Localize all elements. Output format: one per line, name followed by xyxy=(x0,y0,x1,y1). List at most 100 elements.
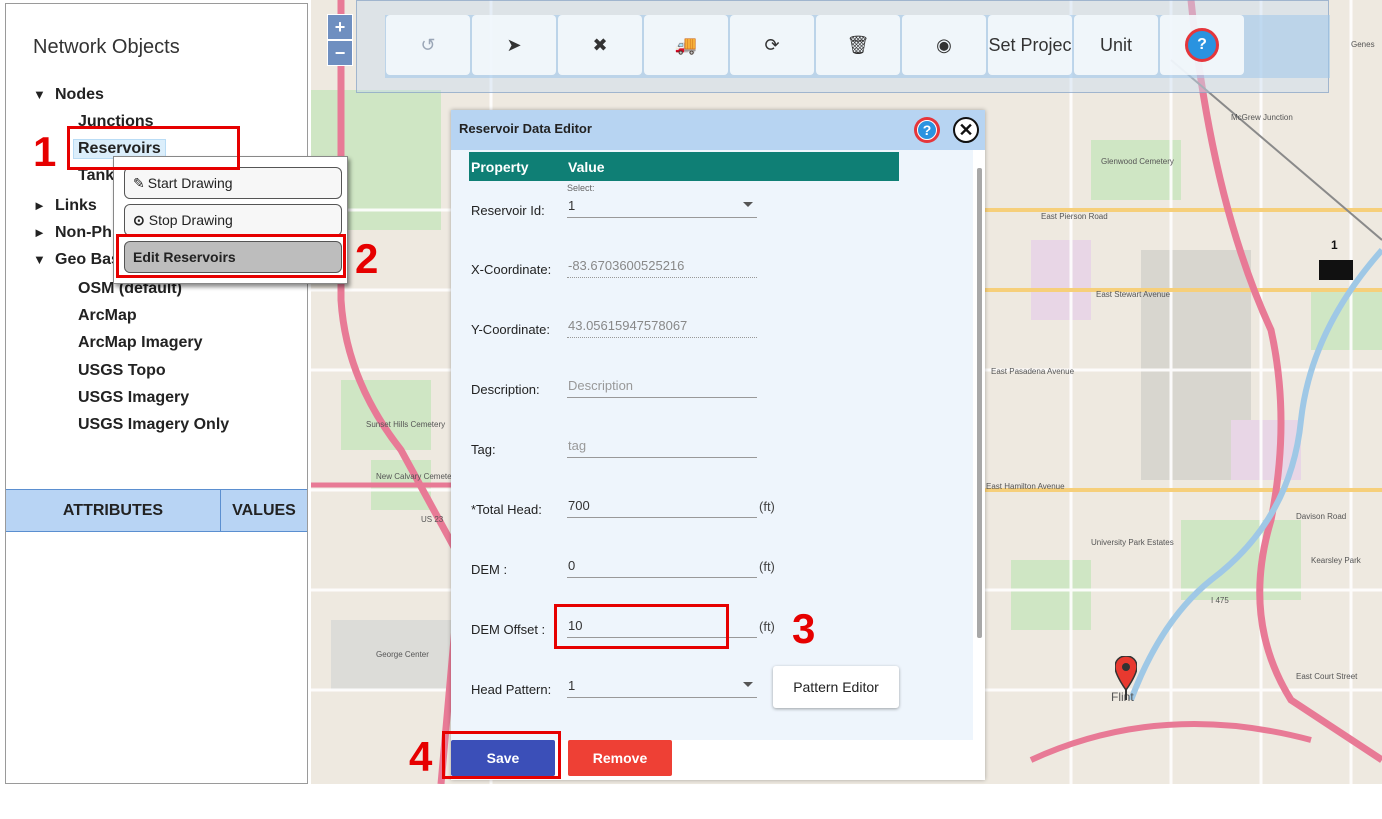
basemap-usgs-imagery[interactable]: USGS Imagery xyxy=(78,389,189,407)
annotation-step-4: 4 xyxy=(409,733,433,780)
map-label: East Court Street xyxy=(1296,672,1358,681)
attributes-table-header: ATTRIBUTES VALUES xyxy=(6,489,307,532)
dem-field[interactable]: 0 xyxy=(567,554,757,578)
close-icon: ✕ xyxy=(958,119,974,140)
property-table-header: Property Value xyxy=(469,152,899,181)
map-label: Sunset Hills Cemetery xyxy=(366,420,446,429)
dropdown-caret-icon xyxy=(743,682,753,687)
basemap-arcmap-imagery[interactable]: ArcMap Imagery xyxy=(78,334,203,352)
map-label: McGrew Junction xyxy=(1231,113,1293,122)
map-label: George Center xyxy=(376,650,429,659)
help-button[interactable]: ? xyxy=(1160,15,1244,75)
help-icon: ? xyxy=(917,120,937,140)
tree-node-links[interactable]: ► Links xyxy=(33,197,97,215)
map-legend-block xyxy=(1319,260,1353,280)
description-label: Description: xyxy=(471,382,540,397)
map-label: US 23 xyxy=(421,515,444,524)
dem-offset-unit: (ft) xyxy=(759,619,775,634)
map-label: Glenwood Cemetery xyxy=(1101,157,1174,166)
remove-button[interactable]: Remove xyxy=(568,740,672,776)
map-label: New Calvary Cemetery xyxy=(376,472,459,481)
tree-node-nodes[interactable]: ▼ Nodes xyxy=(33,86,104,104)
head-pattern-select[interactable]: 1 xyxy=(567,674,757,698)
dem-unit: (ft) xyxy=(759,559,775,574)
total-head-field[interactable]: 700 xyxy=(567,494,757,518)
map-label: Davison Road xyxy=(1296,512,1347,521)
description-field[interactable]: Description xyxy=(567,374,757,398)
annotation-step-3: 3 xyxy=(792,605,816,652)
dialog-scrollbar[interactable] xyxy=(973,150,985,740)
annotation-box-1 xyxy=(67,126,240,170)
stop-circle-icon: ⊙ xyxy=(133,211,145,228)
annotation-box-4 xyxy=(442,731,561,779)
record-button[interactable]: ◉ xyxy=(902,15,986,75)
annotation-box-2 xyxy=(116,234,346,278)
move-tool-button[interactable]: 🚚 xyxy=(644,15,728,75)
property-column-header: Property xyxy=(471,159,529,175)
map-label: East Stewart Avenue xyxy=(1096,290,1171,299)
stop-drawing-menu-item[interactable]: ⊙ Stop Drawing xyxy=(124,204,342,236)
zoom-out-button[interactable]: − xyxy=(327,40,353,66)
undo-icon: ↺ xyxy=(420,34,436,55)
pattern-editor-button[interactable]: Pattern Editor xyxy=(773,666,899,708)
tag-label: Tag: xyxy=(471,442,496,457)
tag-field[interactable]: tag xyxy=(567,434,757,458)
pencil-icon: ✎ xyxy=(133,174,145,191)
panel-title: Network Objects xyxy=(33,36,180,58)
expand-down-icon: ▼ xyxy=(33,252,46,267)
select-button[interactable]: ➤ xyxy=(472,15,556,75)
set-projection-button[interactable]: Set Projec xyxy=(988,15,1072,75)
dialog-title: Reservoir Data Editor xyxy=(459,121,592,136)
map-label: Kearsley Park xyxy=(1311,556,1361,565)
total-head-unit: (ft) xyxy=(759,499,775,514)
reservoir-id-select[interactable]: 1 xyxy=(567,194,757,218)
total-head-label: *Total Head: xyxy=(471,502,542,517)
attributes-column-header: ATTRIBUTES xyxy=(6,490,221,531)
map-label: University Park Estates xyxy=(1091,538,1174,547)
truck-icon: 🚚 xyxy=(674,34,698,55)
zoom-in-button[interactable]: + xyxy=(327,14,353,40)
unit-button[interactable]: Unit xyxy=(1074,15,1158,75)
dropdown-caret-icon xyxy=(743,202,753,207)
x-icon: ✖ xyxy=(592,34,608,55)
y-coordinate-field[interactable]: 43.05615947578067 xyxy=(567,314,757,338)
tree-node-geo-basemaps[interactable]: ▼ Geo Bas xyxy=(33,251,120,269)
dem-offset-label: DEM Offset : xyxy=(471,622,546,637)
basemap-arcmap[interactable]: ArcMap xyxy=(78,307,137,325)
dem-label: DEM : xyxy=(471,562,508,577)
x-coordinate-label: X-Coordinate: xyxy=(471,262,552,277)
reservoir-data-editor-dialog: Reservoir Data Editor ? ✕ Property Value… xyxy=(451,110,985,780)
delete-tool-button[interactable]: ✖ xyxy=(558,15,642,75)
start-drawing-menu-item[interactable]: ✎ Start Drawing xyxy=(124,167,342,199)
refresh-button[interactable]: ⟳ xyxy=(730,15,814,75)
undo-button[interactable]: ↺ xyxy=(386,15,470,75)
map-legend-label: 1 xyxy=(1331,238,1338,252)
dialog-help-button[interactable]: ? xyxy=(914,117,940,143)
trash-button[interactable]: 🗑 xyxy=(816,15,900,75)
map-label: I 475 xyxy=(1211,596,1229,605)
annotation-step-2: 2 xyxy=(355,235,379,282)
map-label: East Pierson Road xyxy=(1041,212,1108,221)
expand-right-icon: ► xyxy=(33,225,46,240)
dialog-close-button[interactable]: ✕ xyxy=(953,117,979,143)
basemap-usgs-topo[interactable]: USGS Topo xyxy=(78,362,166,380)
x-coordinate-field[interactable]: -83.6703600525216 xyxy=(567,254,757,278)
expand-right-icon: ► xyxy=(33,198,46,213)
values-column-header: VALUES xyxy=(232,501,296,519)
scrollbar-thumb[interactable] xyxy=(977,168,982,638)
tree-node-non-physical[interactable]: ► Non-Ph xyxy=(33,224,112,242)
select-hint: Select: xyxy=(567,183,595,193)
head-pattern-label: Head Pattern: xyxy=(471,682,552,697)
help-icon: ? xyxy=(1185,28,1219,62)
y-coordinate-label: Y-Coordinate: xyxy=(471,322,551,337)
network-objects-panel: Network Objects ▼ Nodes Junctions Reservo… xyxy=(5,3,308,784)
refresh-icon: ⟳ xyxy=(764,34,780,55)
pointer-icon: ➤ xyxy=(506,34,522,55)
map-marker-icon[interactable] xyxy=(1115,656,1137,700)
expand-down-icon: ▼ xyxy=(33,87,46,102)
annotation-box-3 xyxy=(554,604,729,649)
dialog-body: Property Value Select: Reservoir Id: 1 X… xyxy=(451,150,973,740)
basemap-usgs-imagery-only[interactable]: USGS Imagery Only xyxy=(78,416,229,434)
record-icon: ◉ xyxy=(936,34,952,55)
map-label: Genes xyxy=(1351,40,1375,49)
